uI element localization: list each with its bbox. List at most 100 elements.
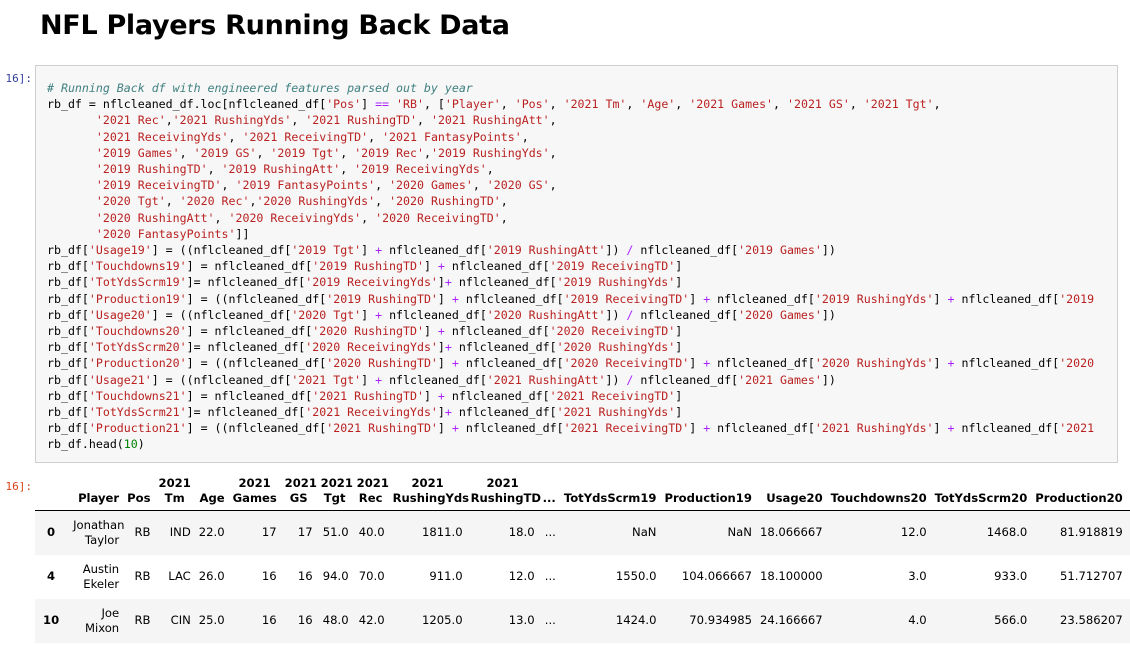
table-cell: 16 <box>297 569 313 583</box>
code-token: , <box>165 113 173 128</box>
code-token: nflcleaned_df[ <box>954 356 1060 371</box>
code-editor[interactable]: # Running Back df with engineered featur… <box>36 66 1117 453</box>
column-header: Production19 <box>664 491 752 505</box>
code-token: ] <box>689 291 704 306</box>
table-cell: ... <box>544 569 556 583</box>
code-token: , <box>214 210 229 225</box>
code-token: ] = ((nflcleaned_df[ <box>186 291 327 306</box>
column-header: Pos <box>127 491 151 505</box>
code-token: '2019 RushingYds' <box>814 291 934 306</box>
code-token: nflcleaned_df[ <box>710 291 815 306</box>
code-line: '2020 FantasyPoints']] <box>47 226 250 241</box>
table-cell: 26.0 <box>198 569 225 583</box>
code-line: rb_df['Production20'] = ((nflcleaned_df[… <box>47 356 1094 370</box>
code-token: , <box>500 194 508 209</box>
table-cell: 18.066667 <box>759 525 823 540</box>
code-token: , <box>472 178 487 193</box>
table-cell: 48.0 <box>322 613 349 627</box>
column-header: Player <box>78 491 120 505</box>
code-token: rb_df[ <box>47 356 89 371</box>
table-cell: 23.586207 <box>1060 613 1123 627</box>
code-token: '2020 Games' <box>738 307 822 322</box>
code-line: '2021 ReceivingYds', '2021 ReceivingTD',… <box>47 130 529 144</box>
table-cell: 1205.0 <box>422 613 463 627</box>
code-token: 'Production20' <box>88 356 187 371</box>
code-token: + <box>947 421 955 436</box>
code-token: ] = nflcleaned_df[ <box>186 388 313 403</box>
code-token: 'TotYdsScrm21' <box>88 405 187 420</box>
code-token: '2020 Tgt' <box>291 307 362 322</box>
table-cell: Austin Ekeler <box>82 561 120 591</box>
code-line: '2020 RushingAtt', '2020 ReceivingYds', … <box>47 211 508 225</box>
code-token: '2020 ReceivingTD' <box>563 356 690 371</box>
code-token: ]) <box>821 307 836 322</box>
table-cell: 13.0 <box>508 613 535 627</box>
code-line: '2019 ReceivingTD', '2019 FantasyPoints'… <box>47 178 557 192</box>
table-cell: RB <box>134 613 151 627</box>
code-token: nflcleaned_df[ <box>710 421 815 436</box>
dataframe-table: Player Pos 2021 Tm Age 2021 Games 2021 GS 2021… <box>35 472 1130 643</box>
code-token: , <box>375 194 390 209</box>
table-cell: NaN <box>727 525 752 540</box>
output-area: Player Pos 2021 Tm Age 2021 Games 2021 GS 2021… <box>35 472 1130 645</box>
code-token: '2021 RushingYds' <box>556 405 676 420</box>
code-token: + <box>947 356 955 371</box>
code-line: '2021 Rec','2021 RushingYds', '2021 Rush… <box>47 113 557 127</box>
code-token: nflcleaned_df[ <box>633 243 739 258</box>
column-header: 2021 RushingYds <box>392 476 470 505</box>
table-cell: RB <box>134 525 151 540</box>
code-cell[interactable]: # Running Back df with engineered featur… <box>35 65 1118 463</box>
code-token: ]= nflcleaned_df[ <box>186 405 306 420</box>
table-cell: 12.0 <box>900 525 927 540</box>
code-token: rb_df[ <box>47 307 89 322</box>
code-token: nflcleaned_df[ <box>451 340 557 355</box>
table-cell: NaN <box>632 525 657 540</box>
code-token: ]) <box>821 243 836 258</box>
code-token: ]) <box>821 372 836 387</box>
code-token: '2019 ReceivingYds' <box>354 162 487 177</box>
code-token: '2019 ReceivingTD' <box>563 291 690 306</box>
code-token: ]] <box>235 226 250 241</box>
code-token: '2020 Rec' <box>179 194 250 209</box>
code-token: 'Usage21' <box>88 372 152 387</box>
code-token: , <box>340 162 355 177</box>
code-token: ] <box>437 356 452 371</box>
table-cell: 911.0 <box>429 569 463 583</box>
code-token: nflcleaned_df[ <box>458 421 564 436</box>
column-header: 2021 Games <box>232 476 277 505</box>
code-token: 'Usage19' <box>88 243 152 258</box>
code-token: ] = ((nflcleaned_df[ <box>151 243 292 258</box>
code-token: ] <box>675 405 683 420</box>
input-prompt: 16]: <box>5 72 33 85</box>
code-token: , <box>361 210 376 225</box>
code-token: + <box>451 421 459 436</box>
code-token: ]= nflcleaned_df[ <box>186 340 306 355</box>
code-token: rb_df.head( <box>47 437 124 452</box>
code-token: '2019 Games' <box>738 243 822 258</box>
code-token: + <box>444 275 452 290</box>
code-token: + <box>451 356 459 371</box>
column-header: 2021 Rec <box>356 476 389 505</box>
table-row: 4 Austin Ekeler RB LAC 26.0 16 16 94.0 70.0 911.0… <box>35 555 1130 599</box>
code-token: '2021 ReceivingYds' <box>95 129 229 144</box>
table-cell: 16 <box>261 613 277 627</box>
code-token: '2019 Tgt' <box>291 243 362 258</box>
code-line: rb_df['Production19'] = ((nflcleaned_df[… <box>47 292 1094 306</box>
code-token: '2020 RushingYds' <box>556 340 676 355</box>
code-token: ] <box>933 356 948 371</box>
code-token: rb_df[ <box>47 259 89 274</box>
code-token: nflcleaned_df[ <box>382 307 487 322</box>
code-token: '2019 ReceivingTD' <box>549 259 676 274</box>
code-token: rb_df[ <box>47 291 89 306</box>
table-cell: ... <box>544 525 556 540</box>
code-token: , <box>165 194 180 209</box>
code-token: , <box>773 97 787 112</box>
code-token: + <box>947 291 955 306</box>
table-cell: 566.0 <box>994 613 1028 627</box>
code-token: , [ <box>423 97 445 112</box>
